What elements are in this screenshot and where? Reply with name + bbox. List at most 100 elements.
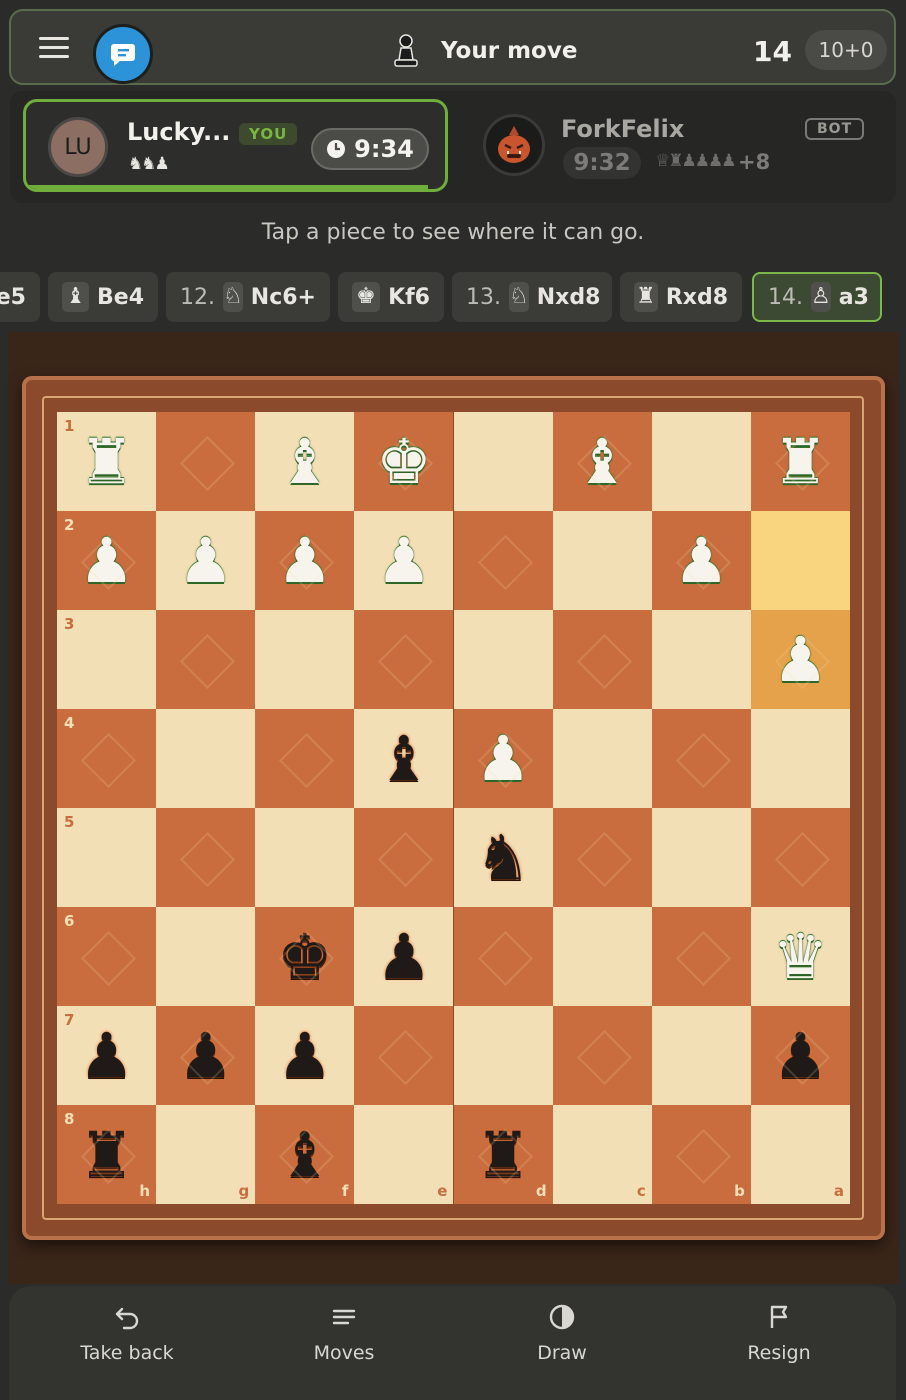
- draw-button[interactable]: Draw: [472, 1302, 652, 1382]
- menu-icon[interactable]: [39, 37, 69, 59]
- white-pawn-piece[interactable]: ♟: [57, 511, 156, 610]
- square-c7[interactable]: [552, 1006, 652, 1105]
- white-pawn-piece[interactable]: ♟: [255, 511, 354, 610]
- square-a1[interactable]: ♜: [750, 412, 850, 511]
- square-g8[interactable]: g: [156, 1105, 256, 1204]
- black-rook-piece[interactable]: ♜: [454, 1105, 553, 1204]
- chat-button[interactable]: [93, 24, 153, 84]
- square-e5[interactable]: [354, 808, 454, 907]
- square-h7[interactable]: 7 ♟: [57, 1006, 157, 1105]
- square-h3[interactable]: 3: [57, 610, 157, 709]
- square-c6[interactable]: [552, 907, 652, 1006]
- square-a6[interactable]: ♛: [750, 907, 850, 1006]
- white-pawn-piece[interactable]: ♟: [652, 511, 751, 610]
- black-rook-piece[interactable]: ♜: [57, 1105, 156, 1204]
- square-d6[interactable]: [453, 907, 553, 1006]
- moves-button[interactable]: Moves: [254, 1302, 434, 1382]
- square-g2[interactable]: ♟: [156, 511, 256, 610]
- square-c1[interactable]: ♝: [552, 412, 652, 511]
- square-h6[interactable]: 6: [57, 907, 157, 1006]
- black-bishop-piece[interactable]: ♝: [255, 1105, 354, 1204]
- white-rook-piece[interactable]: ♜: [57, 412, 156, 511]
- square-h5[interactable]: 5: [57, 808, 157, 907]
- square-h1[interactable]: 1 ♜: [57, 412, 157, 511]
- square-e6[interactable]: ♟: [354, 907, 454, 1006]
- square-a7[interactable]: ♟: [750, 1006, 850, 1105]
- square-f8[interactable]: f ♝: [255, 1105, 355, 1204]
- square-g7[interactable]: ♟: [156, 1006, 256, 1105]
- black-bishop-piece[interactable]: ♝: [354, 709, 453, 808]
- white-king-piece[interactable]: ♚: [354, 412, 453, 511]
- square-e8[interactable]: e: [354, 1105, 454, 1204]
- move-chip[interactable]: ♝ Be4: [48, 272, 158, 322]
- white-pawn-piece[interactable]: ♟: [751, 610, 850, 709]
- black-knight-piece[interactable]: ♞: [454, 808, 553, 907]
- square-b2[interactable]: ♟: [651, 511, 751, 610]
- square-c2[interactable]: [552, 511, 652, 610]
- square-g6[interactable]: [156, 907, 256, 1006]
- square-h2[interactable]: 2 ♟: [57, 511, 157, 610]
- square-a2[interactable]: [750, 511, 850, 610]
- square-e3[interactable]: [354, 610, 454, 709]
- square-e1[interactable]: ♚: [354, 412, 454, 511]
- move-chip[interactable]: ♜ Rxd8: [620, 272, 742, 322]
- take-back-button[interactable]: Take back: [37, 1302, 217, 1382]
- square-f3[interactable]: [255, 610, 355, 709]
- square-c5[interactable]: [552, 808, 652, 907]
- white-pawn-piece[interactable]: ♟: [354, 511, 453, 610]
- square-d3[interactable]: [453, 610, 553, 709]
- move-chip[interactable]: 14. ♙ a3: [752, 272, 882, 322]
- black-pawn-piece[interactable]: ♟: [255, 1006, 354, 1105]
- move-history[interactable]: e5 ♝ Be4 12. ♘ Nc6+ ♚ Kf6 13. ♘ Nxd8 ♜ Rxd8 14. ♙ a3: [0, 272, 906, 324]
- square-b1[interactable]: [651, 412, 751, 511]
- square-d5[interactable]: ♞: [453, 808, 553, 907]
- square-c3[interactable]: [552, 610, 652, 709]
- square-b3[interactable]: [651, 610, 751, 709]
- square-b4[interactable]: [651, 709, 751, 808]
- square-a3[interactable]: ♟: [750, 610, 850, 709]
- square-d1[interactable]: [453, 412, 553, 511]
- black-pawn-piece[interactable]: ♟: [57, 1006, 156, 1105]
- square-a8[interactable]: a: [750, 1105, 850, 1204]
- square-f4[interactable]: [255, 709, 355, 808]
- white-queen-piece[interactable]: ♛: [751, 907, 850, 1006]
- square-f7[interactable]: ♟: [255, 1006, 355, 1105]
- square-a4[interactable]: [750, 709, 850, 808]
- square-f6[interactable]: ♚: [255, 907, 355, 1006]
- square-c8[interactable]: c: [552, 1105, 652, 1204]
- black-pawn-piece[interactable]: ♟: [751, 1006, 850, 1105]
- square-g1[interactable]: [156, 412, 256, 511]
- black-pawn-piece[interactable]: ♟: [156, 1006, 255, 1105]
- square-b8[interactable]: b: [651, 1105, 751, 1204]
- move-chip[interactable]: e5: [0, 272, 40, 322]
- white-pawn-piece[interactable]: ♟: [454, 709, 553, 808]
- square-c4[interactable]: [552, 709, 652, 808]
- square-b6[interactable]: [651, 907, 751, 1006]
- square-g4[interactable]: [156, 709, 256, 808]
- white-pawn-piece[interactable]: ♟: [156, 511, 255, 610]
- chess-board[interactable]: 1 ♜ ♝ ♚ ♝ ♜ 2 ♟ ♟ ♟ ♟ ♟ 3 ♟ 4 ♝ ♟ 5 ♞ 6 ♚ ♟ ♛ 7 ♟ ♟ ♟ ♟ 8 h ♜ g f ♝ e d ♜ c b a: [57, 412, 850, 1204]
- white-bishop-piece[interactable]: ♝: [553, 412, 652, 511]
- black-king-piece[interactable]: ♚: [255, 907, 354, 1006]
- square-e2[interactable]: ♟: [354, 511, 454, 610]
- square-f1[interactable]: ♝: [255, 412, 355, 511]
- move-chip[interactable]: ♚ Kf6: [338, 272, 444, 322]
- square-d8[interactable]: d ♜: [453, 1105, 553, 1204]
- square-h8[interactable]: 8 h ♜: [57, 1105, 157, 1204]
- square-h4[interactable]: 4: [57, 709, 157, 808]
- square-a5[interactable]: [750, 808, 850, 907]
- square-f2[interactable]: ♟: [255, 511, 355, 610]
- square-f5[interactable]: [255, 808, 355, 907]
- square-g3[interactable]: [156, 610, 256, 709]
- square-d2[interactable]: [453, 511, 553, 610]
- move-chip[interactable]: 13. ♘ Nxd8: [452, 272, 612, 322]
- square-e7[interactable]: [354, 1006, 454, 1105]
- square-d7[interactable]: [453, 1006, 553, 1105]
- white-bishop-piece[interactable]: ♝: [255, 412, 354, 511]
- square-e4[interactable]: ♝: [354, 709, 454, 808]
- white-rook-piece[interactable]: ♜: [751, 412, 850, 511]
- square-b5[interactable]: [651, 808, 751, 907]
- move-chip[interactable]: 12. ♘ Nc6+: [166, 272, 330, 322]
- square-d4[interactable]: ♟: [453, 709, 553, 808]
- black-pawn-piece[interactable]: ♟: [354, 907, 453, 1006]
